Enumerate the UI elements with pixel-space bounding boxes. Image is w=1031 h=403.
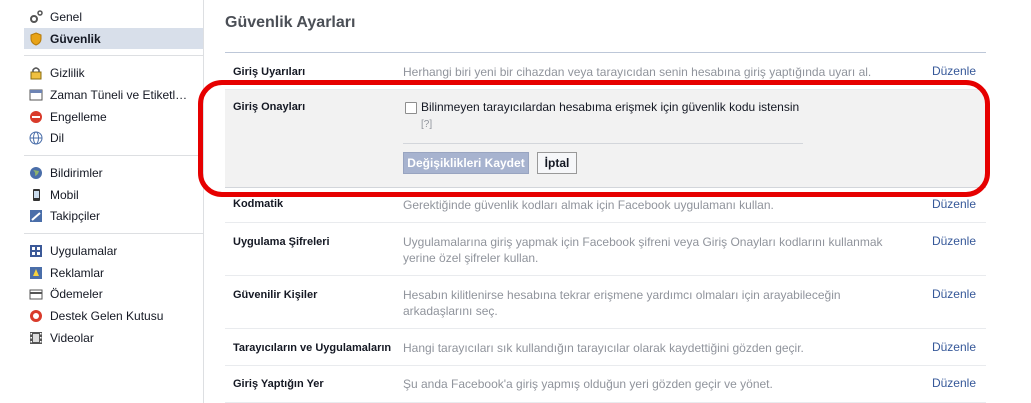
checkbox-text: Bilinmeyen tarayıcılardan hesabıma erişm… xyxy=(421,100,800,114)
sidebar-item-label: Destek Gelen Kutusu xyxy=(50,309,164,324)
setting-description: Şu anda Facebook'a giriş yapmış olduğun … xyxy=(403,377,773,391)
sidebar-item-payments[interactable]: Ödemeler xyxy=(24,284,203,306)
setting-row-code-generator[interactable]: Kodmatik Gerektiğinde güvenlik kodları a… xyxy=(225,188,986,223)
mobile-icon xyxy=(28,187,44,203)
setting-label: Güvenilir Kişiler xyxy=(233,289,318,301)
globe-icon xyxy=(28,130,44,146)
setting-label: Giriş Yaptığın Yer xyxy=(233,378,324,390)
edit-link[interactable]: Düzenle xyxy=(932,234,976,248)
sidebar-item-privacy[interactable]: Gizlilik xyxy=(24,62,203,84)
setting-description: Herhangi biri yeni bir cihazdan veya tar… xyxy=(403,65,872,79)
setting-label: Tarayıcıların ve Uygulamaların xyxy=(233,342,392,354)
sidebar-group-account: Genel Güvenlik xyxy=(24,0,203,57)
sidebar-item-language[interactable]: Dil xyxy=(24,127,203,149)
sidebar-item-label: Takipçiler xyxy=(50,209,101,224)
sidebar-item-videos[interactable]: Videolar xyxy=(24,327,203,349)
sidebar-item-label: Ödemeler xyxy=(50,287,103,302)
notification-globe-icon xyxy=(28,165,44,181)
sidebar-item-notifications[interactable]: Bildirimler xyxy=(24,162,203,184)
setting-label: Giriş Onayları xyxy=(233,101,306,113)
apps-icon xyxy=(28,243,44,259)
sidebar-item-followers[interactable]: Takipçiler xyxy=(24,206,203,228)
payment-icon xyxy=(28,286,44,302)
sidebar-item-label: Gizlilik xyxy=(50,66,85,81)
edit-link[interactable]: Düzenle xyxy=(932,376,976,390)
sidebar-item-label: Dil xyxy=(50,131,64,146)
sidebar-item-label: Zaman Tüneli ve Etiketl… xyxy=(50,87,188,102)
login-approvals-panel: Giriş Onayları Bilinmeyen tarayıcılardan… xyxy=(225,90,986,188)
support-icon xyxy=(28,308,44,324)
edit-link[interactable]: Düzenle xyxy=(932,64,976,78)
setting-label: Giriş Uyarıları xyxy=(233,66,306,78)
video-icon xyxy=(28,330,44,346)
settings-sidebar: Genel Güvenlik Gizlilik Zaman Tüneli ve … xyxy=(0,0,203,403)
sidebar-group-notifications: Bildirimler Mobil Takipçiler xyxy=(24,156,203,235)
sidebar-item-ads[interactable]: Reklamlar xyxy=(24,262,203,284)
sidebar-item-label: Mobil xyxy=(50,187,79,202)
gear-icon xyxy=(28,9,44,25)
setting-row-trusted-contacts[interactable]: Güvenilir Kişiler Hesabın kilitlenirse h… xyxy=(225,276,986,329)
setting-row-login-alerts[interactable]: Giriş Uyarıları Herhangi biri yeni bir c… xyxy=(225,53,986,90)
lock-icon xyxy=(28,65,44,81)
security-settings-main: Güvenlik Ayarları Giriş Uyarıları Herhan… xyxy=(204,0,1031,403)
sidebar-item-label: Güvenlik xyxy=(50,31,101,46)
cancel-button[interactable]: İptal xyxy=(537,152,577,174)
sidebar-item-label: Bildirimler xyxy=(50,165,103,180)
setting-row-browsers-apps[interactable]: Tarayıcıların ve Uygulamaların Hangi tar… xyxy=(225,329,986,366)
edit-link[interactable]: Düzenle xyxy=(932,197,976,211)
sidebar-item-mobile[interactable]: Mobil xyxy=(24,184,203,206)
setting-row-app-passwords[interactable]: Uygulama Şifreleri Uygulamalarına giriş … xyxy=(225,223,986,276)
edit-link[interactable]: Düzenle xyxy=(932,340,976,354)
sidebar-item-label: Videolar xyxy=(50,330,94,345)
setting-label: Uygulama Şifreleri xyxy=(233,236,330,248)
ads-icon xyxy=(28,265,44,281)
edit-link[interactable]: Düzenle xyxy=(932,287,976,301)
setting-row-where-logged-in[interactable]: Giriş Yaptığın Yer Şu anda Facebook'a gi… xyxy=(225,366,986,403)
sidebar-group-apps: Uygulamalar Reklamlar Ödemeler Destek Ge… xyxy=(24,234,203,354)
sidebar-item-label: Reklamlar xyxy=(50,265,105,280)
sidebar-item-blocking[interactable]: Engelleme xyxy=(24,106,203,128)
sidebar-item-general[interactable]: Genel xyxy=(24,6,203,28)
setting-description: Uygulamalarına giriş yapmak için Faceboo… xyxy=(403,235,883,265)
shield-icon xyxy=(28,31,44,47)
save-changes-button[interactable]: Değişiklikleri Kaydet xyxy=(403,152,529,174)
sidebar-item-apps[interactable]: Uygulamalar xyxy=(24,240,203,262)
checkbox-label[interactable]: Bilinmeyen tarayıcılardan hesabıma erişm… xyxy=(421,99,811,133)
rss-icon xyxy=(28,208,44,224)
block-icon xyxy=(28,109,44,125)
timeline-icon xyxy=(28,87,44,103)
sidebar-item-security[interactable]: Güvenlik xyxy=(24,27,203,50)
sidebar-item-timeline[interactable]: Zaman Tüneli ve Etiketl… xyxy=(24,84,203,106)
setting-description: Gerektiğinde güvenlik kodları almak için… xyxy=(403,198,774,212)
panel-divider xyxy=(403,143,803,144)
setting-description: Hesabın kilitlenirse hesabına tekrar eri… xyxy=(403,288,841,318)
setting-description: Hangi tarayıcıları sık kullandığın taray… xyxy=(403,341,804,355)
sidebar-item-label: Uygulamalar xyxy=(50,244,118,259)
setting-label: Kodmatik xyxy=(233,198,284,210)
sidebar-group-privacy: Gizlilik Zaman Tüneli ve Etiketl… Engell… xyxy=(24,56,203,157)
page-title: Güvenlik Ayarları xyxy=(225,14,356,31)
sidebar-item-label: Engelleme xyxy=(50,109,107,124)
help-link[interactable]: [?] xyxy=(421,119,432,130)
sidebar-item-label: Genel xyxy=(50,9,83,24)
login-approvals-checkbox[interactable] xyxy=(405,102,417,114)
sidebar-item-support-inbox[interactable]: Destek Gelen Kutusu xyxy=(24,305,203,327)
